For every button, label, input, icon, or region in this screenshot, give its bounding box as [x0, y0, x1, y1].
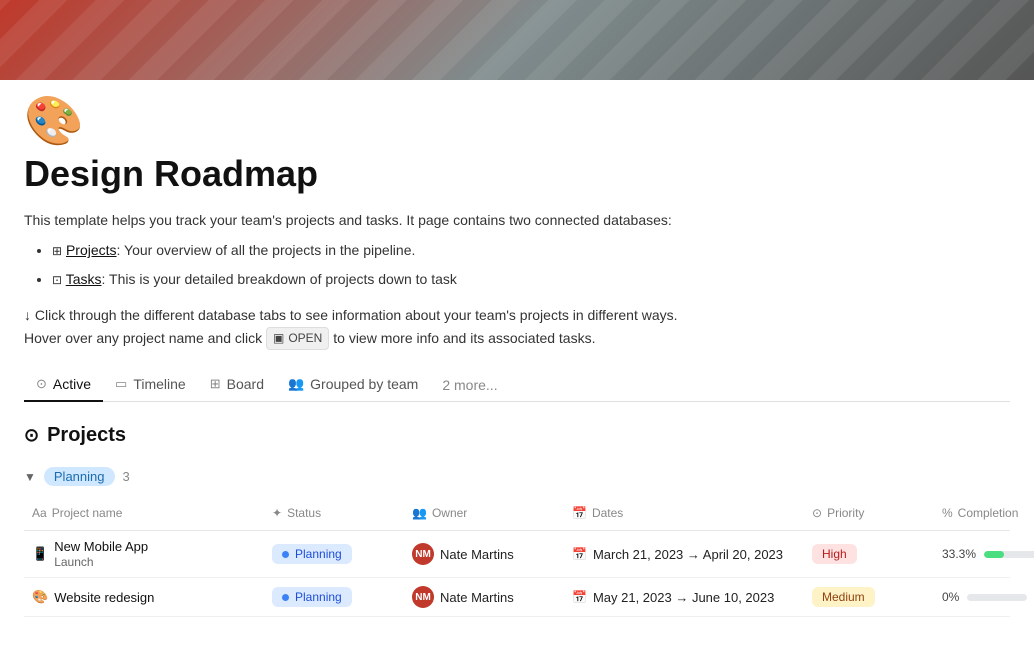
calendar-icon: 📅 [572, 547, 587, 561]
completion-cell: 0% [942, 590, 1027, 604]
description-item-tasks: ⊡ Tasks: This is your detailed breakdown… [52, 268, 1010, 290]
col-header-priority: ⊙ Priority [804, 502, 934, 524]
date-range: March 21, 2023 → April 20, 2023 [593, 547, 783, 562]
date-range: May 21, 2023 → June 10, 2023 [593, 590, 774, 605]
section-title-text: Projects [47, 424, 126, 447]
active-tab-icon: ⊙ [36, 376, 47, 392]
completion-cell: 33.3% [942, 547, 1034, 561]
projects-link[interactable]: Projects [66, 242, 117, 258]
tasks-desc: : This is your detailed breakdown of pro… [102, 271, 457, 287]
timeline-tab-label: Timeline [133, 376, 185, 392]
tab-timeline[interactable]: ▭ Timeline [103, 368, 198, 402]
owner-name: Nate Martins [440, 590, 514, 605]
project-row-icon: 🎨 [32, 589, 48, 605]
open-button-inline: ▣ OPEN [266, 327, 329, 350]
col-priority-label: Priority [827, 506, 864, 520]
status-badge: Planning [272, 544, 352, 564]
col-name-label: Project name [52, 506, 123, 520]
owner-name: Nate Martins [440, 547, 514, 562]
group-toggle-icon[interactable]: ▼ [24, 470, 36, 484]
project-name-sub: Launch [54, 555, 148, 569]
group-header: ▼ Planning 3 [24, 461, 1010, 492]
col-status-label: Status [287, 506, 321, 520]
avatar: NM [412, 543, 434, 565]
section-icon: ⊙ [24, 425, 39, 446]
cell-project-name: 📱 New Mobile App Launch [24, 531, 264, 577]
col-owner-label: Owner [432, 506, 467, 520]
description-intro: This template helps you track your team'… [24, 209, 1010, 231]
table-header: Aa Project name ✦ Status 👥 Owner 📅 Dates… [24, 496, 1010, 531]
project-name-text: Website redesign [54, 590, 154, 605]
col-header-completion: % Completion [934, 502, 1034, 524]
board-tab-label: Board [227, 376, 264, 392]
page-icon: 🎨 [24, 92, 1034, 149]
cell-completion: 33.3% [934, 539, 1034, 569]
col-header-status: ✦ Status [264, 502, 404, 524]
cell-dates: 📅 May 21, 2023 → June 10, 2023 [564, 582, 804, 613]
avatar: NM [412, 586, 434, 608]
projects-desc: : Your overview of all the projects in t… [117, 242, 416, 258]
cell-dates: 📅 March 21, 2023 → April 20, 2023 [564, 539, 804, 570]
col-name-icon: Aa [32, 506, 47, 520]
cell-owner: NM Nate Martins [404, 578, 564, 616]
col-owner-icon: 👥 [412, 506, 427, 520]
tab-active[interactable]: ⊙ Active [24, 368, 103, 402]
progress-bar [967, 594, 1027, 601]
priority-badge: Medium [812, 587, 875, 607]
page-title: Design Roadmap [24, 153, 1010, 195]
cell-completion: 0% [934, 582, 1034, 612]
col-dates-label: Dates [592, 506, 623, 520]
cell-priority: Medium [804, 579, 934, 615]
tasks-link[interactable]: Tasks [66, 271, 102, 287]
timeline-tab-icon: ▭ [115, 376, 127, 392]
tab-board[interactable]: ⊞ Board [198, 368, 276, 402]
cell-status: Planning [264, 536, 404, 572]
section-header: ⊙ Projects [24, 424, 1010, 447]
col-dates-icon: 📅 [572, 506, 587, 520]
cell-status: Planning [264, 579, 404, 615]
table-row[interactable]: 🎨 Website redesign Planning NM Nate Mart… [24, 578, 1010, 617]
description-item-projects: ⊞ Projects: Your overview of all the pro… [52, 239, 1010, 261]
cell-project-name: 🎨 Website redesign [24, 581, 264, 613]
board-tab-icon: ⊞ [210, 376, 221, 392]
progress-bar [984, 551, 1034, 558]
completion-percent: 33.3% [942, 547, 976, 561]
table-row[interactable]: 📱 New Mobile App Launch Planning NM Nate… [24, 531, 1010, 578]
more-tabs[interactable]: 2 more... [430, 369, 509, 401]
completion-percent: 0% [942, 590, 959, 604]
progress-fill [984, 551, 1004, 558]
project-row-icon: 📱 [32, 546, 48, 562]
col-priority-icon: ⊙ [812, 506, 822, 520]
col-completion-icon: % [942, 506, 953, 520]
col-status-icon: ✦ [272, 506, 282, 520]
tabs-bar: ⊙ Active ▭ Timeline ⊞ Board 👥 Grouped by… [24, 368, 1010, 402]
table-body: 📱 New Mobile App Launch Planning NM Nate… [24, 531, 1010, 617]
status-dot [282, 551, 289, 558]
grouped-tab-icon: 👥 [288, 376, 304, 392]
col-header-dates: 📅 Dates [564, 502, 804, 524]
col-header-name: Aa Project name [24, 502, 264, 524]
cell-owner: NM Nate Martins [404, 535, 564, 573]
project-name-text: New Mobile App [54, 539, 148, 554]
header-banner [0, 0, 1034, 80]
col-completion-label: Completion [958, 506, 1019, 520]
status-dot [282, 594, 289, 601]
group-badge: Planning [44, 467, 115, 486]
calendar-icon: 📅 [572, 590, 587, 604]
grouped-tab-label: Grouped by team [310, 376, 418, 392]
tab-grouped[interactable]: 👥 Grouped by team [276, 368, 430, 402]
active-tab-label: Active [53, 376, 91, 392]
cell-priority: High [804, 536, 934, 572]
col-header-owner: 👥 Owner [404, 502, 564, 524]
priority-badge: High [812, 544, 857, 564]
status-badge: Planning [272, 587, 352, 607]
instructions: ↓ Click through the different database t… [24, 304, 1010, 350]
group-count: 3 [123, 469, 130, 484]
